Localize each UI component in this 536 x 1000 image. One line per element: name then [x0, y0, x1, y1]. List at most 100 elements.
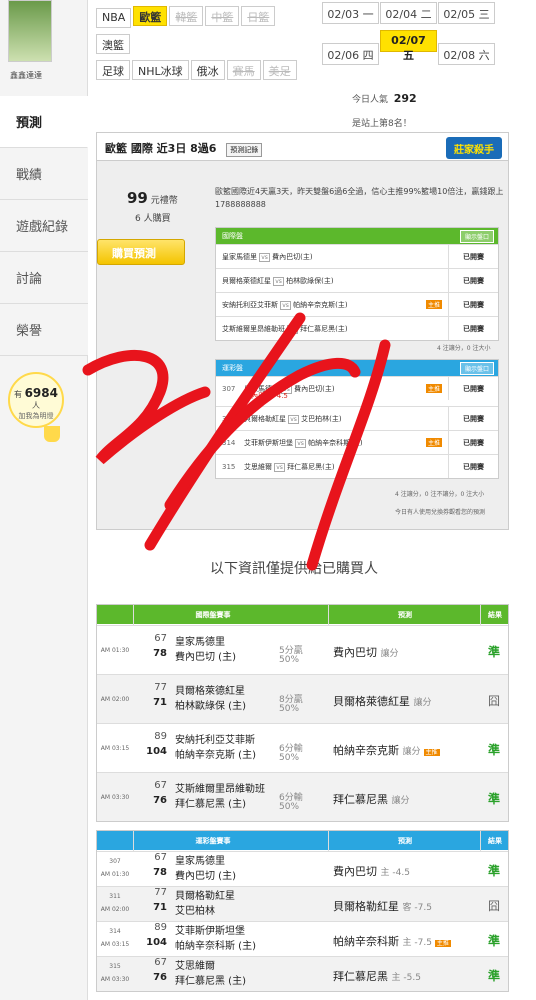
- user-name: 鑫鑫達達: [10, 71, 42, 80]
- match-row: 艾斯維爾里昂維勒班 vs 拜仁慕尼黑(主) 已開賽: [216, 316, 498, 340]
- tw-results-col-result: 結果: [488, 837, 502, 845]
- date-chip[interactable]: 02/04 二: [380, 2, 437, 24]
- league-filter: NBA 歐籃 韓籃 中籃 日籃 澳籃 足球 NHL冰球 俄冰 賽馬 美足: [96, 6, 316, 86]
- match-row: 貝爾格萊德紅星 vs 柏林歐綠保(主) 已開賽: [216, 268, 498, 292]
- vs-icon: vs: [295, 439, 306, 448]
- avatar[interactable]: [8, 0, 52, 62]
- score-away: 67: [154, 851, 167, 863]
- match-time: AM 01:30: [100, 870, 130, 878]
- intl-show-odds-button[interactable]: 顯示盤口: [459, 230, 494, 243]
- nav-discussion[interactable]: 討論: [0, 252, 88, 304]
- match-row: 314 艾菲斯伊斯坦堡 vs 帕納辛奈科斯(主) 主推 已開賽: [216, 430, 498, 454]
- team-away: 艾斯維爾里昂維勒班: [175, 783, 265, 795]
- match-row: 安納托利亞艾菲斯 vs 帕納辛奈克斯(主) 主推 已開賽: [216, 292, 498, 316]
- match-time: AM 02:00: [100, 695, 130, 703]
- away-team: 費內巴切(主): [294, 385, 335, 393]
- buy-prediction-button[interactable]: 購買預測: [97, 239, 185, 265]
- team-home: 帕納辛奈科斯 (主): [175, 940, 256, 952]
- home-team: 艾思維爾: [244, 463, 272, 471]
- prediction-panel: 歐籃 國際 近3日 8過6 預測記錄 莊家殺手 99 元禮幣 6 人購買 購買預…: [96, 132, 509, 530]
- match-status: 已開賽: [448, 245, 498, 268]
- panel-title: 歐籃 國際 近3日 8過6: [105, 142, 217, 155]
- team-away: 艾思維爾: [175, 960, 215, 972]
- handicap-pct: 50%: [279, 654, 300, 665]
- team-away: 安納托利亞艾菲斯: [175, 734, 255, 746]
- match-no: 311: [109, 892, 121, 900]
- league-chip[interactable]: NBA: [96, 8, 132, 28]
- intl-results-col-result: 結果: [488, 611, 502, 619]
- tw-header: 運彩盤 顯示盤口: [216, 360, 498, 376]
- nav-record[interactable]: 戰績: [0, 148, 88, 200]
- team-home: 費內巴切 (主): [175, 870, 236, 882]
- featured-tag: 主推: [425, 438, 442, 447]
- date-chip[interactable]: 02/06 四: [322, 43, 379, 65]
- away-team: 拜仁慕尼黑(主): [287, 463, 335, 471]
- sidebar: 鑫鑫達達 預測 戰績 遊戲紀錄 討論 榮譽 有 6984 人 加我為明燈: [0, 0, 88, 1000]
- league-chip[interactable]: 澳籃: [96, 34, 130, 54]
- score-home: 104: [146, 745, 167, 757]
- away-team: 帕納辛奈克斯(主): [293, 301, 348, 309]
- record-button[interactable]: 預測記錄: [226, 143, 263, 157]
- killer-badge: 莊家殺手: [446, 137, 502, 159]
- panel-header: 歐籃 國際 近3日 8過6 預測記錄 莊家殺手: [97, 133, 508, 161]
- price: 99 元禮幣: [127, 189, 178, 207]
- result-row: AM 02:00 77 71 貝爾格萊德紅星 柏林歐綠保 (主) 8分贏 50% 貝爾格萊德紅…: [97, 674, 508, 723]
- buy-label: 購買預測: [112, 247, 156, 260]
- date-chip[interactable]: 02/08 六: [438, 43, 495, 65]
- match-status: 已開賽: [448, 269, 498, 292]
- date-chip[interactable]: 02/05 三: [438, 2, 495, 24]
- intl-header-label: 國際盤: [222, 232, 243, 240]
- match-time: AM 03:15: [100, 744, 130, 752]
- vs-icon: vs: [274, 463, 285, 472]
- league-chip[interactable]: 足球: [96, 60, 130, 80]
- match-no: 315: [109, 962, 121, 970]
- league-chip[interactable]: 俄冰: [190, 60, 225, 80]
- result-mark: 準: [487, 791, 500, 806]
- away-team: 帕納辛奈科斯(主): [308, 439, 363, 447]
- nav-honor[interactable]: 榮譽: [0, 304, 88, 356]
- vs-icon: vs: [287, 325, 298, 334]
- nav-game-log[interactable]: 遊戲紀錄: [0, 200, 88, 252]
- score-home: 78: [153, 647, 167, 659]
- pick-type: 讓分: [413, 697, 432, 708]
- pick-text: 費內巴切 -4.5: [244, 392, 288, 400]
- tw-results-header: 運彩盤賽事 預測 結果: [97, 831, 508, 850]
- pick: 貝爾格勒紅星 客 -7.5: [333, 898, 432, 914]
- bulb-icon[interactable]: 有 6984 人 加我為明燈: [8, 372, 64, 428]
- result-row: 311 AM 02:00 77 71 貝爾格勒紅星 艾巴柏林 貝爾格勒紅星 客 -7.5 囧: [97, 886, 508, 921]
- tw-header-label: 運彩盤: [222, 364, 243, 372]
- date-chip[interactable]: 02/03 一: [322, 2, 379, 24]
- result-row: 307 AM 01:30 67 78 皇家馬德里 費內巴切 (主) 費內巴切 主 -4.5 準: [97, 851, 508, 886]
- score-away: 89: [154, 921, 167, 933]
- pick-type: 客 -7.5: [402, 902, 432, 913]
- buyers-only-title: 以下資訊僅提供給已購買人: [210, 561, 378, 577]
- league-chip[interactable]: 歐籃: [133, 6, 168, 26]
- date-chip[interactable]: 02/07 五: [380, 30, 437, 62]
- score-away: 67: [154, 779, 167, 791]
- match-time: AM 02:00: [100, 905, 130, 913]
- date-filter: 02/03 一 02/04 二 02/05 三 02/06 四02/07 五 02/08…: [322, 2, 502, 71]
- row-number: 307: [222, 385, 236, 393]
- prediction-desc: 歐籃國際近4天贏3天，昨天雙盤6過6全過，信心主推99%籃場10倍注，贏錢跟上1…: [215, 187, 504, 209]
- team-away: 貝爾格勒紅星: [175, 890, 235, 902]
- result-mark: 準: [487, 933, 500, 948]
- handicap-pct: 50%: [279, 703, 300, 714]
- pick-type: 讓分: [402, 746, 421, 757]
- pick: 費內巴切 主 -4.5: [333, 863, 410, 879]
- intl-results-col-pick: 預測: [398, 611, 412, 619]
- team-home: 拜仁慕尼黑 (主): [175, 798, 246, 810]
- tw-results-table: 運彩盤賽事 預測 結果 307 AM 01:30 67 78 皇家馬德里 費內巴切 (主)…: [96, 830, 509, 992]
- score-away: 77: [154, 681, 167, 693]
- nav-predict[interactable]: 預測: [0, 96, 88, 148]
- featured-tag: 主推: [434, 939, 451, 947]
- score-away: 67: [154, 632, 167, 644]
- score-home: 76: [153, 971, 167, 983]
- match-row: 311 貝爾格勒紅星 vs 艾巴柏林(主) 已開賽: [216, 406, 498, 430]
- league-chip: 日籃: [241, 6, 276, 26]
- tw-show-odds-button[interactable]: 顯示盤口: [459, 362, 494, 375]
- pick-team: 費內巴切: [333, 864, 377, 878]
- bulb-prefix: 有: [14, 390, 23, 399]
- league-chip[interactable]: NHL冰球: [132, 60, 189, 80]
- pick-team: 拜仁慕尼黑: [333, 969, 388, 983]
- pick-team: 貝爾格萊德紅星: [333, 694, 410, 708]
